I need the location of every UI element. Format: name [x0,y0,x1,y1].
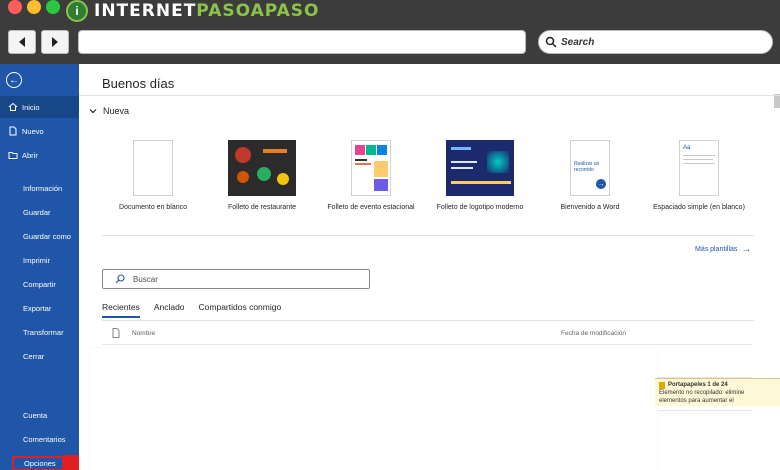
template-thumb-text: Aa [683,145,691,151]
tab-anclado[interactable]: Anclado [154,302,185,318]
template-blank-document[interactable]: Documento en blanco [98,140,208,211]
clipboard-icon [659,381,665,389]
arrow-right-icon [52,37,58,47]
arrow-right-icon: → [741,244,752,255]
sidebar-item-label: Exportar [23,303,52,313]
sidebar-item-label: Comentarios [23,434,66,444]
browser-search-field[interactable]: Search [538,30,773,54]
sidebar-item-comentarios[interactable]: Comentarios [0,428,79,450]
divider [657,410,752,411]
clipboard-notification[interactable]: Portapapeles 1 de 24 Elemento no recopil… [655,378,780,406]
sidebar-item-label: Guardar como [23,231,71,241]
chevron-down-icon [89,109,97,114]
tab-recientes[interactable]: Recientes [102,302,140,318]
new-doc-icon [8,126,18,136]
sidebar-item-label: Transformar [23,327,64,337]
file-tabs: Recientes Anclado Compartidos conmigo [102,302,281,318]
template-seasonal-event-brochure[interactable]: Folleto de evento estacional [316,140,426,211]
template-modern-logo-brochure[interactable]: Folleto de logotipo moderno [425,140,535,211]
brand-watermark: i INTERNETPASOAPASO [66,0,320,22]
sidebar-item-compartir[interactable]: Compartir [0,273,79,295]
document-search-input[interactable]: Buscar [102,269,370,289]
new-section-header[interactable]: Nueva [89,106,129,116]
opciones-highlight: Opciones [12,455,68,470]
more-templates-link[interactable]: Más plantillas → [695,244,751,255]
template-thumbnail: Aa [679,140,719,196]
brand-name: INTERNETPASOAPASO [94,1,320,21]
column-header-modified[interactable]: Fecha de modificación [561,330,626,337]
column-header-name[interactable]: Nombre [132,330,155,337]
search-icon [115,274,125,284]
maximize-window-button[interactable] [46,0,60,14]
sidebar-item-abrir[interactable]: Abrir [0,144,79,166]
sidebar-item-label: Cerrar [23,351,45,361]
folder-icon [8,150,18,160]
sidebar-item-informacion[interactable]: Información [0,177,79,199]
browser-search-placeholder: Search [561,36,595,48]
arrow-left-icon [19,37,25,47]
divider [102,344,752,345]
template-welcome-to-word[interactable]: Realizar un recorrido → Bienvenido a Wor… [535,140,645,211]
template-thumbnail [446,140,514,196]
arrow-right-icon: → [596,179,606,189]
backstage-main: Buenos días Nueva Documento en blanco Fo… [79,64,780,470]
sidebar-item-label: Inicio [22,102,40,112]
sidebar-item-label: Abrir [22,150,38,160]
brand-logo-icon: i [66,0,88,22]
minimize-window-button[interactable] [27,0,41,14]
back-button[interactable] [8,30,36,54]
sidebar-item-label: Imprimir [23,255,51,265]
sidebar-item-label: Compartir [23,279,56,289]
sidebar-item-label: Opciones [24,458,56,468]
divider [102,235,754,236]
home-icon [8,102,18,112]
template-thumbnail [133,140,173,196]
template-thumb-text: Realizar un recorrido [574,161,600,173]
tab-compartidos[interactable]: Compartidos conmigo [199,302,282,318]
divider [79,95,780,96]
sidebar-item-guardar[interactable]: Guardar [0,201,79,223]
template-label: Documento en blanco [118,204,188,211]
back-arrow-icon[interactable]: ← [6,72,22,88]
file-type-column-icon [112,328,120,340]
close-window-button[interactable] [8,0,22,14]
more-templates-label: Más plantillas [695,246,738,253]
sidebar-item-label: Guardar [23,207,51,217]
search-icon [545,36,557,48]
clipboard-title: Portapapeles 1 de 24 [668,382,728,388]
template-label: Espaciado simple (en blanco) [653,204,745,211]
sidebar-item-label: Información [23,183,63,193]
template-label: Folleto de evento estacional [327,204,415,211]
search-placeholder: Buscar [133,274,158,284]
template-restaurant-brochure[interactable]: Folleto de restaurante [207,140,317,211]
sidebar-item-nuevo[interactable]: Nuevo [0,120,79,142]
browser-chrome: i INTERNETPASOAPASO Search [0,0,780,64]
template-label: Bienvenido a Word [560,204,620,211]
recent-files-list [89,348,657,470]
clipboard-line: Elemento no recopilado: elimine [659,390,745,396]
template-thumbnail: Realizar un recorrido → [570,140,610,196]
sidebar-item-label: Cuenta [23,410,48,420]
scrollbar[interactable] [774,94,780,108]
sidebar-item-transformar[interactable]: Transformar [0,321,79,343]
template-label: Folleto de restaurante [227,204,297,211]
sidebar-item-label: Nuevo [22,126,44,136]
sidebar-item-inicio[interactable]: Inicio [0,96,79,118]
sidebar-item-exportar[interactable]: Exportar [0,297,79,319]
forward-button[interactable] [41,30,69,54]
sidebar-item-imprimir[interactable]: Imprimir [0,249,79,271]
new-section-label: Nueva [103,106,130,116]
divider [102,320,754,321]
template-thumbnail [228,140,296,196]
sidebar-item-cuenta[interactable]: Cuenta [0,404,79,426]
template-thumbnail [351,140,391,196]
page-title: Buenos días [102,76,175,91]
template-single-spaced-blank[interactable]: Aa Espaciado simple (en blanco) [644,140,754,211]
backstage-sidebar: ← Inicio Nuevo Abrir Información Guardar… [0,64,79,470]
template-label: Folleto de logotipo moderno [436,204,524,211]
url-bar[interactable] [78,30,526,54]
sidebar-item-guardar-como[interactable]: Guardar como [0,225,79,247]
sidebar-item-cerrar[interactable]: Cerrar [0,345,79,367]
clipboard-line: elementos para aumentar el [659,398,734,404]
